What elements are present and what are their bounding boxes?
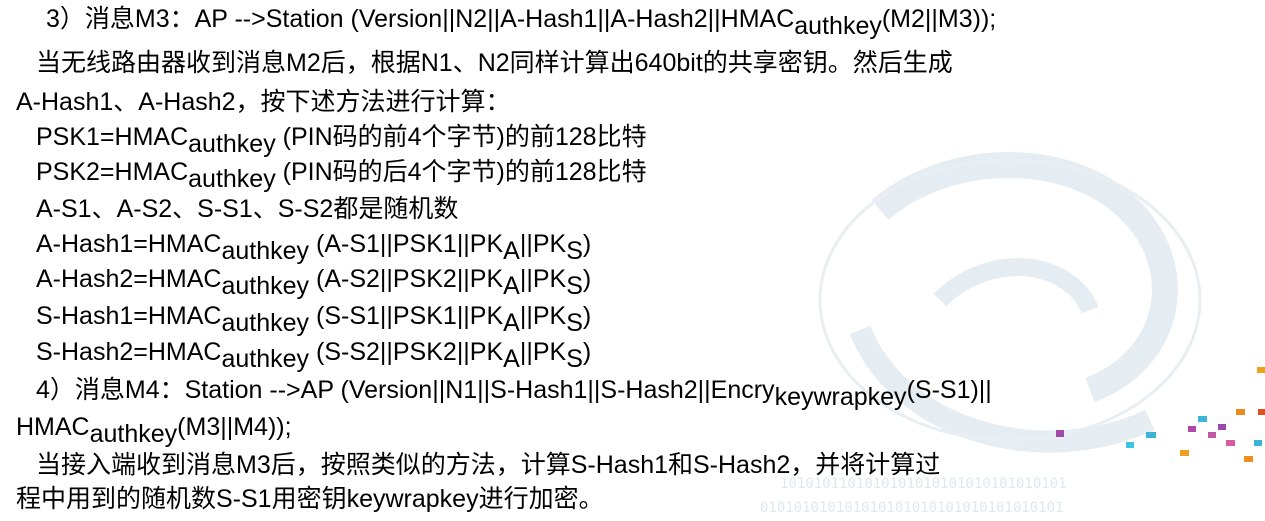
text-run: S-Hash2=HMAC — [36, 338, 222, 366]
text-run: A-S1、A-S2、S-S1、S-S2都是随机数 — [36, 195, 459, 223]
text-run: ) — [582, 338, 592, 366]
subscript-text: authkey — [89, 420, 178, 448]
text-run: 当无线路由器收到消息M2后，根据N1、N2同样计算出640bit的共享密钥。然后… — [36, 49, 953, 77]
text-line: PSK2=HMACauthkey (PIN码的后4个字节)的前128比特 — [36, 157, 647, 192]
text-run: 程中用到的随机数S-S1用密钥keywrapkey进行加密。 — [16, 485, 604, 513]
text-run: 当接入端收到消息M3后，按照类似的方法，计算S-Hash1和S-Hash2，并将… — [36, 451, 941, 479]
text-run: (M3||M4)); — [177, 413, 292, 441]
subscript-text: authkey — [188, 165, 276, 193]
text-line: A-Hash2=HMACauthkey (A-S2||PSK2||PKA||PK… — [36, 264, 592, 299]
text-run: (S-S1||PSK1||PK — [309, 302, 504, 330]
text-line: 4）消息M4：Station -->AP (Version||N1||S-Has… — [36, 375, 992, 410]
text-run: A-Hash2=HMAC — [36, 265, 222, 293]
subscript-text: authkey — [794, 12, 882, 40]
text-line: A-Hash1=HMACauthkey (A-S1||PSK1||PKA||PK… — [36, 229, 592, 264]
text-line: S-Hash1=HMACauthkey (S-S1||PSK1||PKA||PK… — [36, 301, 592, 336]
text-run: HMAC — [16, 413, 90, 441]
subscript-text: keywrapkey — [774, 383, 907, 411]
text-run: PSK1=HMAC — [36, 123, 189, 151]
text-run: ||PK — [519, 265, 567, 293]
text-line: 3）消息M3：AP -->Station (Version||N2||A-Has… — [46, 4, 997, 39]
document-text: 3）消息M3：AP -->Station (Version||N2||A-Has… — [0, 0, 1265, 521]
text-run: (A-S2||PSK2||PK — [309, 265, 504, 293]
subscript-text: A — [503, 309, 520, 337]
text-run: (PIN码的前4个字节)的前128比特 — [275, 123, 647, 151]
text-run: A-Hash1、A-Hash2，按下述方法进行计算： — [16, 88, 511, 116]
subscript-text: authkey — [221, 272, 310, 300]
subscript-text: A — [503, 237, 520, 265]
text-run: A-Hash1=HMAC — [36, 230, 222, 258]
text-line: A-S1、A-S2、S-S1、S-S2都是随机数 — [36, 194, 458, 224]
text-run: ) — [582, 230, 592, 258]
text-run: (S-S2||PSK2||PK — [309, 338, 504, 366]
text-run: ||PK — [519, 338, 567, 366]
subscript-text: S — [566, 345, 583, 373]
text-run: (A-S1||PSK1||PK — [309, 230, 504, 258]
text-run: 3）消息M3：AP -->Station (Version||N2||A-Has… — [46, 5, 795, 33]
subscript-text: authkey — [221, 345, 310, 373]
text-run: S-Hash1=HMAC — [36, 302, 222, 330]
text-run: ) — [582, 302, 592, 330]
text-line: A-Hash1、A-Hash2，按下述方法进行计算： — [16, 87, 511, 117]
subscript-text: authkey — [221, 309, 310, 337]
text-line: 当接入端收到消息M3后，按照类似的方法，计算S-Hash1和S-Hash2，并将… — [36, 450, 940, 480]
subscript-text: authkey — [221, 237, 310, 265]
text-run: (S-S1)|| — [906, 376, 992, 404]
text-run: PSK2=HMAC — [36, 158, 189, 186]
text-line: 当无线路由器收到消息M2后，根据N1、N2同样计算出640bit的共享密钥。然后… — [36, 48, 953, 78]
subscript-text: S — [566, 237, 583, 265]
text-line: HMACauthkey(M3||M4)); — [16, 412, 292, 447]
text-run: (M2||M3)); — [881, 5, 997, 33]
text-line: S-Hash2=HMACauthkey (S-S2||PSK2||PKA||PK… — [36, 337, 592, 372]
subscript-text: S — [566, 309, 583, 337]
subscript-text: A — [503, 345, 520, 373]
text-run: ||PK — [519, 230, 567, 258]
text-run: ) — [582, 265, 592, 293]
text-line: PSK1=HMACauthkey (PIN码的前4个字节)的前128比特 — [36, 122, 647, 157]
text-run: ||PK — [519, 302, 567, 330]
text-run: (PIN码的后4个字节)的前128比特 — [275, 158, 647, 186]
text-line: 程中用到的随机数S-S1用密钥keywrapkey进行加密。 — [16, 484, 604, 514]
text-run: 4）消息M4：Station -->AP (Version||N1||S-Has… — [36, 376, 775, 404]
subscript-text: A — [503, 272, 520, 300]
subscript-text: authkey — [188, 130, 276, 158]
subscript-text: S — [566, 272, 583, 300]
